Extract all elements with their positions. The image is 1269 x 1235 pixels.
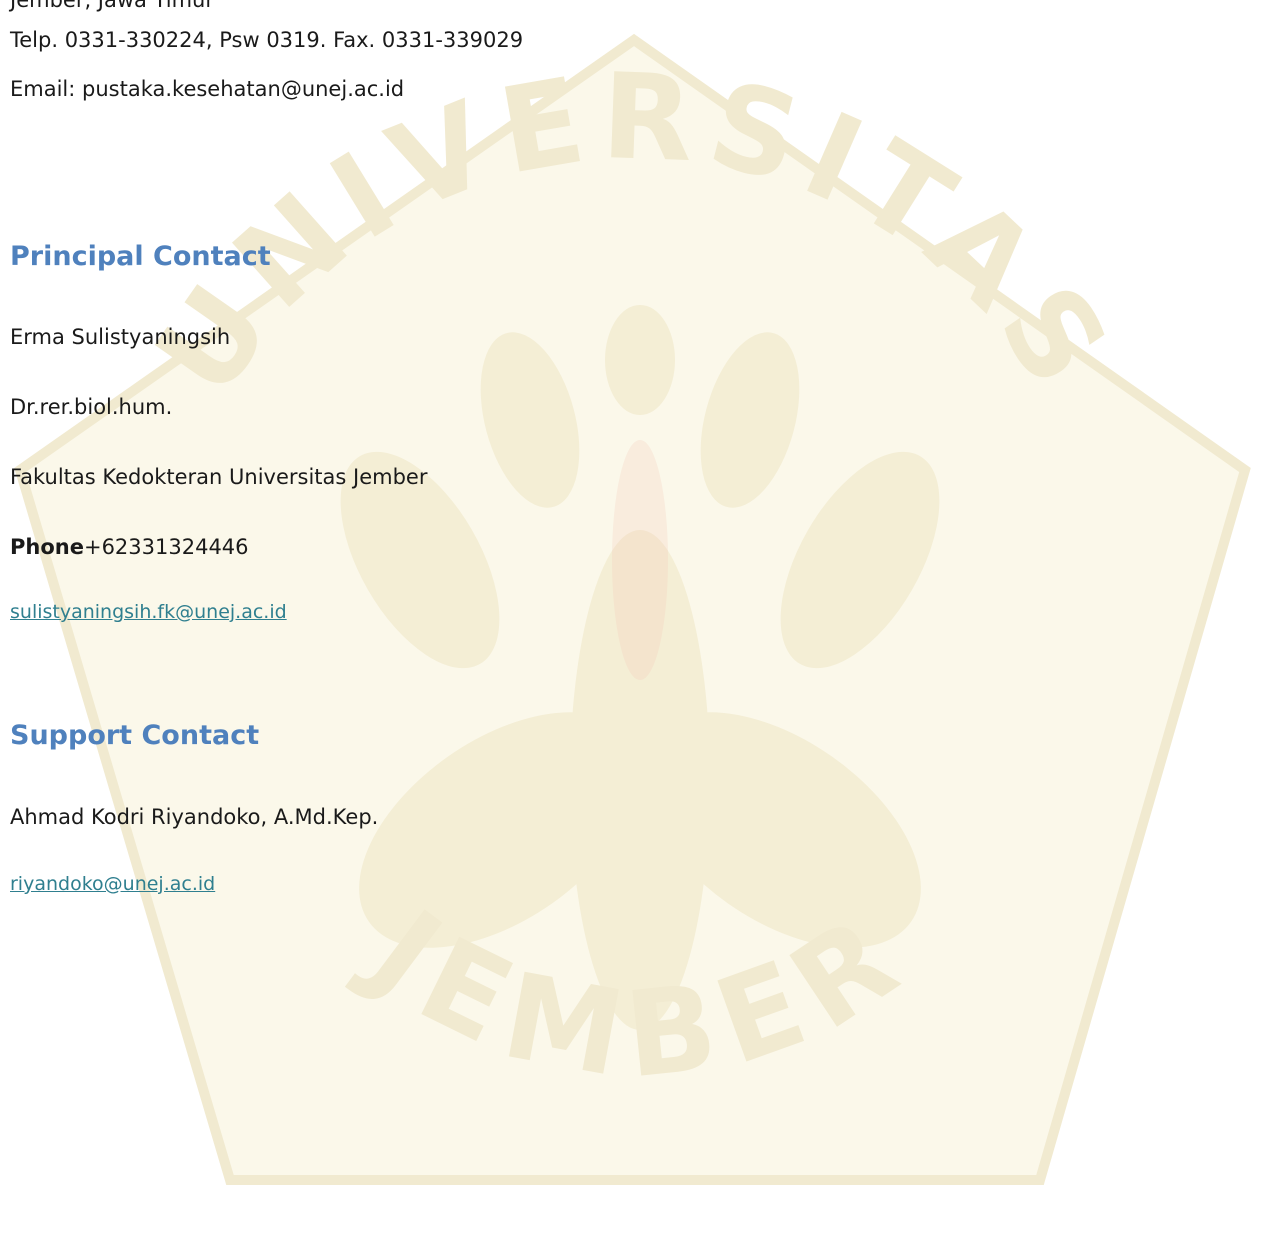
principal-contact-heading: Principal Contact [10, 241, 271, 272]
principal-contact-name: Erma Sulistyaningsih [10, 325, 231, 349]
support-contact-heading: Support Contact [10, 720, 260, 751]
email-line: Email: pustaka.kesehatan@unej.ac.id [10, 77, 405, 101]
support-contact-email-link[interactable]: riyandoko@unej.ac.id [10, 871, 215, 897]
principal-contact-affiliation: Fakultas Kedokteran Universitas Jember [10, 465, 428, 489]
phone-value: +62331324446 [83, 535, 249, 559]
phone-fax-line: Telp. 0331-330224, Psw 0319. Fax. 0331-3… [10, 28, 524, 52]
address-line: Jember, Jawa Timur [10, 0, 215, 12]
phone-label: Phone [10, 535, 84, 559]
principal-contact-title: Dr.rer.biol.hum. [10, 395, 173, 419]
support-contact-name: Ahmad Kodri Riyandoko, A.Md.Kep. [10, 805, 379, 829]
principal-contact-email-link[interactable]: sulistyaningsih.fk@unej.ac.id [10, 599, 287, 625]
principal-contact-phone: Phone+62331324446 [10, 533, 249, 561]
